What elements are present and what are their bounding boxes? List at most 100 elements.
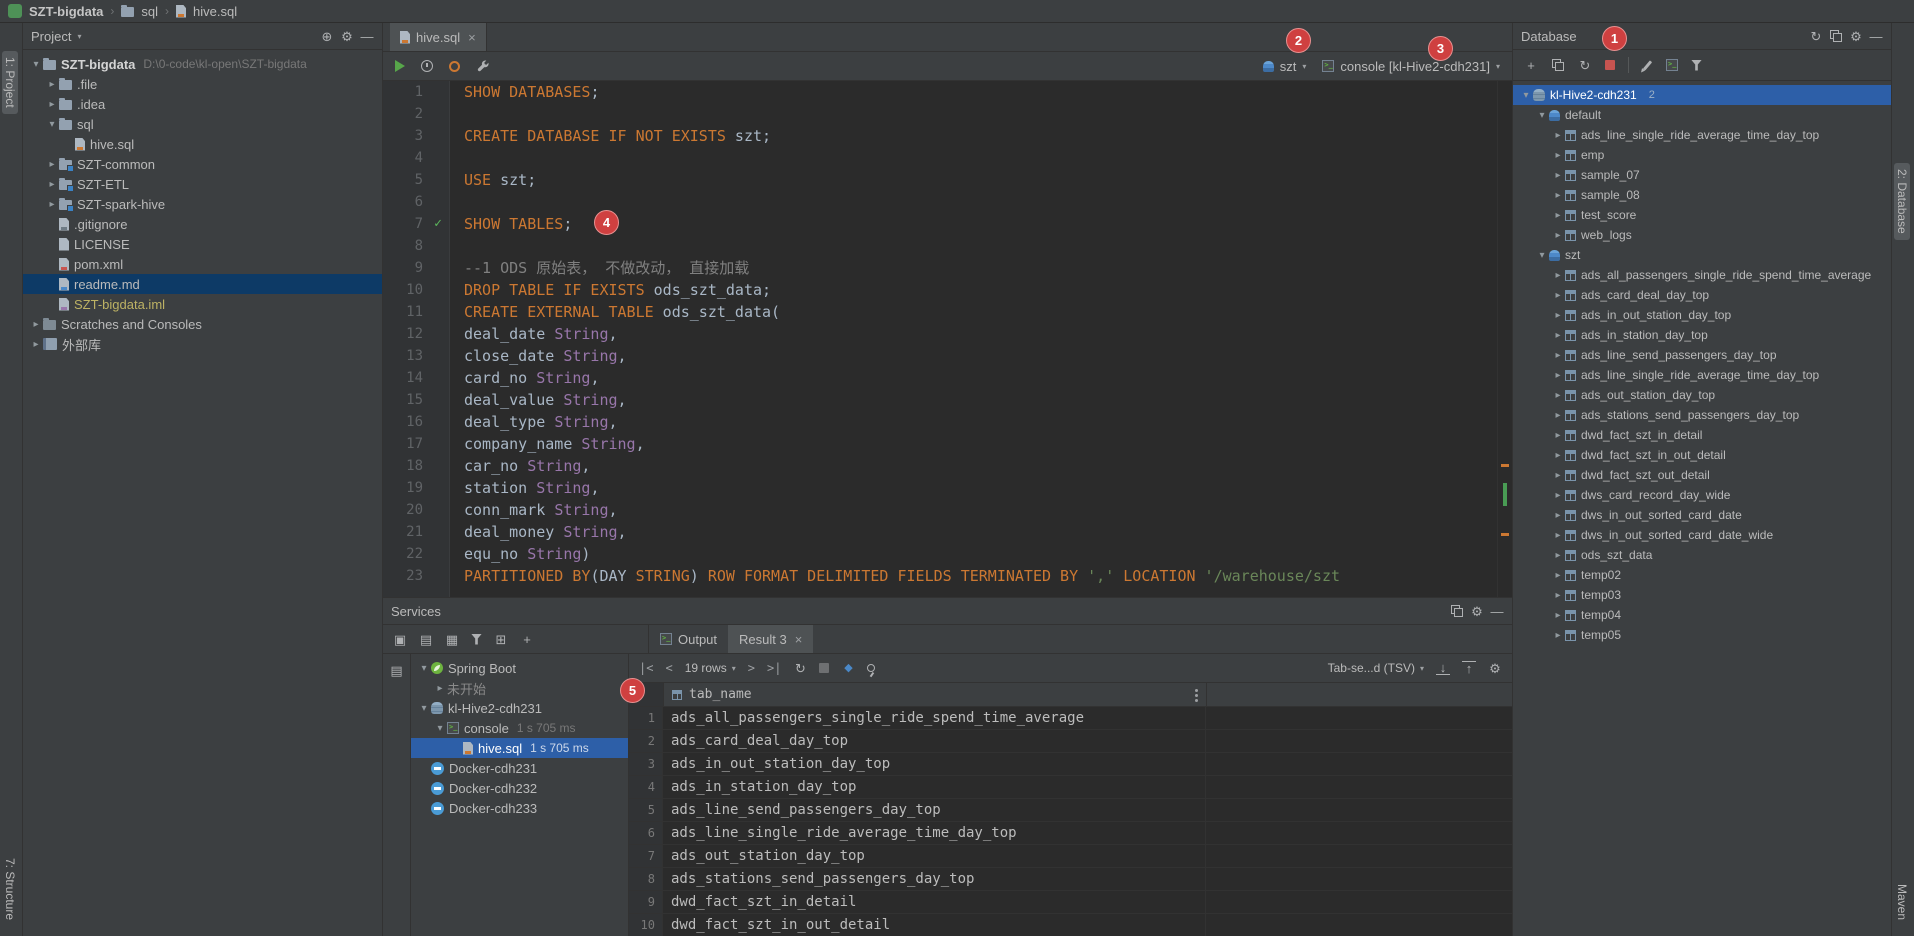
tree-item-dws-in-out-sorted-card-date-wide[interactable]: ▸ dws_in_out_sorted_card_date_wide: [1513, 525, 1891, 545]
close-icon[interactable]: ×: [795, 632, 803, 647]
tree-item-sql[interactable]: ▾ sql: [23, 114, 382, 134]
tree-item-license[interactable]: LICENSE: [23, 234, 382, 254]
tree-item-temp05[interactable]: ▸ temp05: [1513, 625, 1891, 645]
tree-item-temp03[interactable]: ▸ temp03: [1513, 585, 1891, 605]
tree-item-console[interactable]: ▾ console 1 s 705 ms: [411, 718, 628, 738]
result-cell[interactable]: ads_in_out_station_day_top: [663, 753, 1206, 775]
tree-item-kl-hive2-cdh231[interactable]: ▾ kl-Hive2-cdh231 2: [1513, 85, 1891, 105]
chevron-down-icon[interactable]: ▾: [77, 32, 81, 41]
stop-icon[interactable]: [1605, 60, 1615, 70]
chevron-collapsed-icon[interactable]: ▸: [1551, 230, 1565, 241]
tree-item-hive-sql[interactable]: hive.sql 1 s 705 ms: [411, 738, 628, 758]
tree-item-docker-cdh231[interactable]: Docker-cdh231: [411, 758, 628, 778]
chevron-collapsed-icon[interactable]: ▸: [1551, 150, 1565, 161]
filter-icon[interactable]: [471, 633, 482, 645]
chevron-collapsed-icon[interactable]: ▸: [1551, 470, 1565, 481]
chevron-expanded-icon[interactable]: ▾: [417, 703, 431, 714]
breadcrumb-sql[interactable]: sql: [141, 4, 158, 19]
tab-hive-sql[interactable]: hive.sql ×: [390, 23, 487, 51]
chevron-collapsed-icon[interactable]: ▸: [1551, 270, 1565, 281]
chevron-collapsed-icon[interactable]: ▸: [29, 319, 43, 330]
tree-item-ads-line-single-ride-average-time-day-top[interactable]: ▸ ads_line_single_ride_average_time_day_t…: [1513, 125, 1891, 145]
services-tree-view-icon[interactable]: ▤: [390, 664, 404, 677]
result-cell[interactable]: ads_stations_send_passengers_day_top: [663, 868, 1206, 890]
run-icon[interactable]: [395, 60, 405, 72]
row-count-dropdown[interactable]: 19 rows ▾: [685, 661, 736, 675]
new-item-icon[interactable]: +: [1524, 59, 1538, 72]
chevron-collapsed-icon[interactable]: ▸: [45, 79, 59, 90]
chevron-collapsed-icon[interactable]: ▸: [1551, 570, 1565, 581]
row-number-cell[interactable]: 3: [629, 753, 663, 775]
chevron-collapsed-icon[interactable]: ▸: [1551, 610, 1565, 621]
tree-item-docker-cdh233[interactable]: Docker-cdh233: [411, 798, 628, 818]
chevron-expanded-icon[interactable]: ▾: [433, 723, 447, 734]
editor-gutter[interactable]: 1 2 3 4 5 6 7 ✓ 8 9 10 11 12 13 14 15 16 17 18 19 20 21 22 23: [383, 81, 450, 597]
tool-window-button-project[interactable]: 1: Project: [2, 51, 18, 114]
chevron-expanded-icon[interactable]: ▾: [417, 663, 431, 674]
tool-window-button-database[interactable]: 2: Database: [1894, 163, 1910, 240]
stop-icon[interactable]: [819, 663, 830, 673]
tree-item-spring-boot[interactable]: ▾ Spring Boot: [411, 658, 628, 678]
modify-icon[interactable]: ◆: [841, 662, 855, 674]
chevron-collapsed-icon[interactable]: ▸: [433, 683, 447, 694]
tree-item-dws-in-out-sorted-card-date[interactable]: ▸ dws_in_out_sorted_card_date: [1513, 505, 1891, 525]
sort-icon[interactable]: ▤: [419, 633, 433, 646]
tree-item-ads-all-passengers-single-ride-spend-time-average[interactable]: ▸ ads_all_passengers_single_ride_spend_ti…: [1513, 265, 1891, 285]
group-by-icon[interactable]: ▦: [445, 633, 459, 646]
chevron-expanded-icon[interactable]: ▾: [1535, 250, 1549, 261]
tree-item-ads-line-send-passengers-day-top[interactable]: ▸ ads_line_send_passengers_day_top: [1513, 345, 1891, 365]
chevron-collapsed-icon[interactable]: ▸: [1551, 210, 1565, 221]
tree-item-dwd-fact-szt-out-detail[interactable]: ▸ dwd_fact_szt_out_detail: [1513, 465, 1891, 485]
result-cell[interactable]: dwd_fact_szt_in_detail: [663, 891, 1206, 913]
result-cell[interactable]: ads_in_station_day_top: [663, 776, 1206, 798]
tree-item-file[interactable]: ▸ .file: [23, 74, 382, 94]
edit-source-icon[interactable]: [1642, 59, 1653, 71]
tree-item-ods-szt-data[interactable]: ▸ ods_szt_data: [1513, 545, 1891, 565]
result-cell[interactable]: dwd_fact_szt_in_out_detail: [663, 914, 1206, 936]
history-icon[interactable]: [421, 60, 433, 72]
duplicate-icon[interactable]: [1551, 59, 1565, 71]
editor-scrollbar[interactable]: [1497, 81, 1512, 597]
chevron-expanded-icon[interactable]: ▾: [29, 59, 43, 70]
float-mode-icon[interactable]: [1829, 30, 1843, 42]
pin-icon[interactable]: [867, 664, 876, 672]
tool-window-button-structure[interactable]: 7: Structure: [2, 852, 18, 926]
column-header-tab-name[interactable]: tab_name: [664, 683, 1207, 706]
hide-icon[interactable]: —: [1490, 605, 1504, 618]
tree-item-szt[interactable]: ▾ szt: [1513, 245, 1891, 265]
result-cell[interactable]: ads_card_deal_day_top: [663, 730, 1206, 752]
row-number-cell[interactable]: 10: [629, 914, 663, 936]
chevron-collapsed-icon[interactable]: ▸: [1551, 510, 1565, 521]
tree-item-pom-xml[interactable]: pom.xml: [23, 254, 382, 274]
tree-item-ads-in-station-day-top[interactable]: ▸ ads_in_station_day_top: [1513, 325, 1891, 345]
chevron-expanded-icon[interactable]: ▾: [45, 119, 59, 130]
chevron-collapsed-icon[interactable]: ▸: [29, 339, 43, 350]
chevron-collapsed-icon[interactable]: ▸: [1551, 310, 1565, 321]
chevron-collapsed-icon[interactable]: ▸: [45, 199, 59, 210]
tree-item-szt-bigdata-iml[interactable]: SZT-bigdata.iml: [23, 294, 382, 314]
tree-item-web-logs[interactable]: ▸ web_logs: [1513, 225, 1891, 245]
filter-icon[interactable]: [1691, 59, 1702, 71]
import-icon[interactable]: ↑: [1462, 661, 1476, 675]
chevron-collapsed-icon[interactable]: ▸: [1551, 530, 1565, 541]
column-menu-icon[interactable]: [1195, 689, 1198, 692]
tree-item-szt-spark-hive[interactable]: ▸ SZT-spark-hive: [23, 194, 382, 214]
sync-icon[interactable]: ↻: [1578, 59, 1592, 72]
tree-item-kl-hive2-cdh231[interactable]: ▾ kl-Hive2-cdh231: [411, 698, 628, 718]
hide-icon[interactable]: —: [360, 30, 374, 43]
tree-item-szt-common[interactable]: ▸ SZT-common: [23, 154, 382, 174]
chevron-collapsed-icon[interactable]: ▸: [1551, 550, 1565, 561]
tree-item-hive-sql[interactable]: hive.sql: [23, 134, 382, 154]
reload-icon[interactable]: ↻: [793, 662, 807, 675]
chevron-collapsed-icon[interactable]: ▸: [1551, 590, 1565, 601]
result-cell[interactable]: ads_out_station_day_top: [663, 845, 1206, 867]
tree-item-temp02[interactable]: ▸ temp02: [1513, 565, 1891, 585]
project-panel-title[interactable]: Project: [31, 29, 71, 44]
chevron-collapsed-icon[interactable]: ▸: [1551, 330, 1565, 341]
tree-item-ads-stations-send-passengers-day-top[interactable]: ▸ ads_stations_send_passengers_day_top: [1513, 405, 1891, 425]
tree-item-emp[interactable]: ▸ emp: [1513, 145, 1891, 165]
tree-item-ads-in-out-station-day-top[interactable]: ▸ ads_in_out_station_day_top: [1513, 305, 1891, 325]
chevron-collapsed-icon[interactable]: ▸: [1551, 450, 1565, 461]
tree-item-ads-out-station-day-top[interactable]: ▸ ads_out_station_day_top: [1513, 385, 1891, 405]
chevron-collapsed-icon[interactable]: ▸: [1551, 130, 1565, 141]
